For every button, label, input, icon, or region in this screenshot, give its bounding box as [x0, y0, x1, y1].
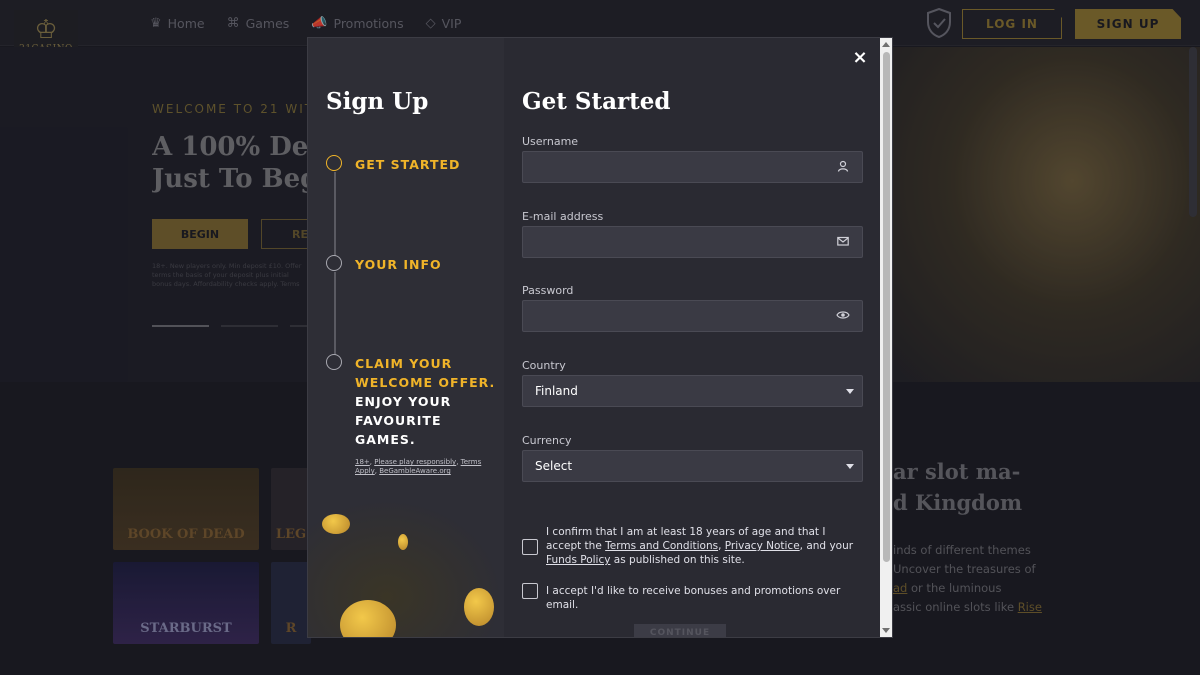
- promotions-text: I accept I'd like to receive bonuses and…: [546, 585, 841, 611]
- chevron-down-icon: [846, 464, 854, 469]
- step-label: CLAIM YOUR WELCOME OFFER. ENJOY YOUR FAV…: [355, 354, 495, 449]
- user-icon: [836, 160, 850, 174]
- step-indicator-active: [326, 155, 342, 171]
- consent-text: as published on this site.: [610, 554, 745, 566]
- currency-value: Select: [535, 459, 573, 473]
- username-input[interactable]: [522, 151, 863, 183]
- consent-text: , and your: [799, 540, 854, 552]
- step-label-line: FAVOURITE: [355, 413, 442, 428]
- step-label: GET STARTED: [355, 157, 461, 172]
- currency-label: Currency: [522, 434, 572, 447]
- form-title: Get Started: [522, 88, 671, 115]
- step-indicator: [326, 255, 342, 271]
- scroll-down-arrow-icon[interactable]: [882, 628, 890, 633]
- coin-graphic: [398, 534, 408, 550]
- signup-title: Sign Up: [326, 88, 429, 115]
- password-input[interactable]: [522, 300, 863, 332]
- signup-steps-panel: Sign Up GET STARTED YOUR INFO CLAIM YOUR…: [308, 38, 504, 637]
- coin-graphic: [322, 514, 350, 534]
- eye-icon[interactable]: [836, 309, 850, 323]
- funds-policy-link[interactable]: Funds Policy: [546, 554, 610, 566]
- email-label: E-mail address: [522, 210, 604, 223]
- step-label-line: CLAIM YOUR: [355, 356, 453, 371]
- terms-conditions-link[interactable]: Terms and Conditions: [605, 540, 718, 552]
- legal-links: 18+, Please play responsibly, Terms Appl…: [355, 458, 485, 476]
- scroll-up-arrow-icon[interactable]: [882, 42, 890, 47]
- chevron-down-icon: [846, 389, 854, 394]
- close-icon[interactable]: ×: [852, 49, 868, 67]
- age-terms-text: I confirm that I am at least 18 years of…: [546, 525, 856, 567]
- email-input[interactable]: [522, 226, 863, 258]
- step-label: YOUR INFO: [355, 257, 442, 272]
- age-link[interactable]: 18+: [355, 458, 370, 466]
- country-select[interactable]: Finland: [522, 375, 863, 407]
- privacy-notice-link[interactable]: Privacy Notice: [725, 540, 800, 552]
- coin-graphic: [340, 600, 396, 637]
- step-connector: [334, 272, 336, 356]
- play-responsibly-link[interactable]: Please play responsibly: [374, 458, 456, 466]
- country-label: Country: [522, 359, 566, 372]
- modal-scrollbar[interactable]: [880, 38, 892, 637]
- scrollbar-thumb[interactable]: [883, 52, 890, 562]
- step-label-line: GAMES.: [355, 432, 416, 447]
- step-label-line: ENJOY YOUR: [355, 394, 452, 409]
- age-terms-checkbox[interactable]: [522, 539, 538, 555]
- username-label: Username: [522, 135, 579, 148]
- coin-graphic: [464, 588, 494, 626]
- promotions-checkbox[interactable]: [522, 583, 538, 599]
- currency-select[interactable]: Select: [522, 450, 863, 482]
- mail-icon: [836, 235, 850, 249]
- step-label-line: WELCOME OFFER.: [355, 375, 496, 390]
- begambleaware-link[interactable]: BeGambleAware.org: [379, 467, 451, 475]
- step-connector: [334, 172, 336, 256]
- coins-illustration: [308, 498, 504, 637]
- continue-button[interactable]: CONTINUE: [634, 624, 726, 637]
- signup-modal: Sign Up GET STARTED YOUR INFO CLAIM YOUR…: [307, 37, 893, 638]
- consent-text: ,: [718, 540, 725, 552]
- country-value: Finland: [535, 384, 578, 398]
- password-label: Password: [522, 284, 574, 297]
- step-indicator: [326, 354, 342, 370]
